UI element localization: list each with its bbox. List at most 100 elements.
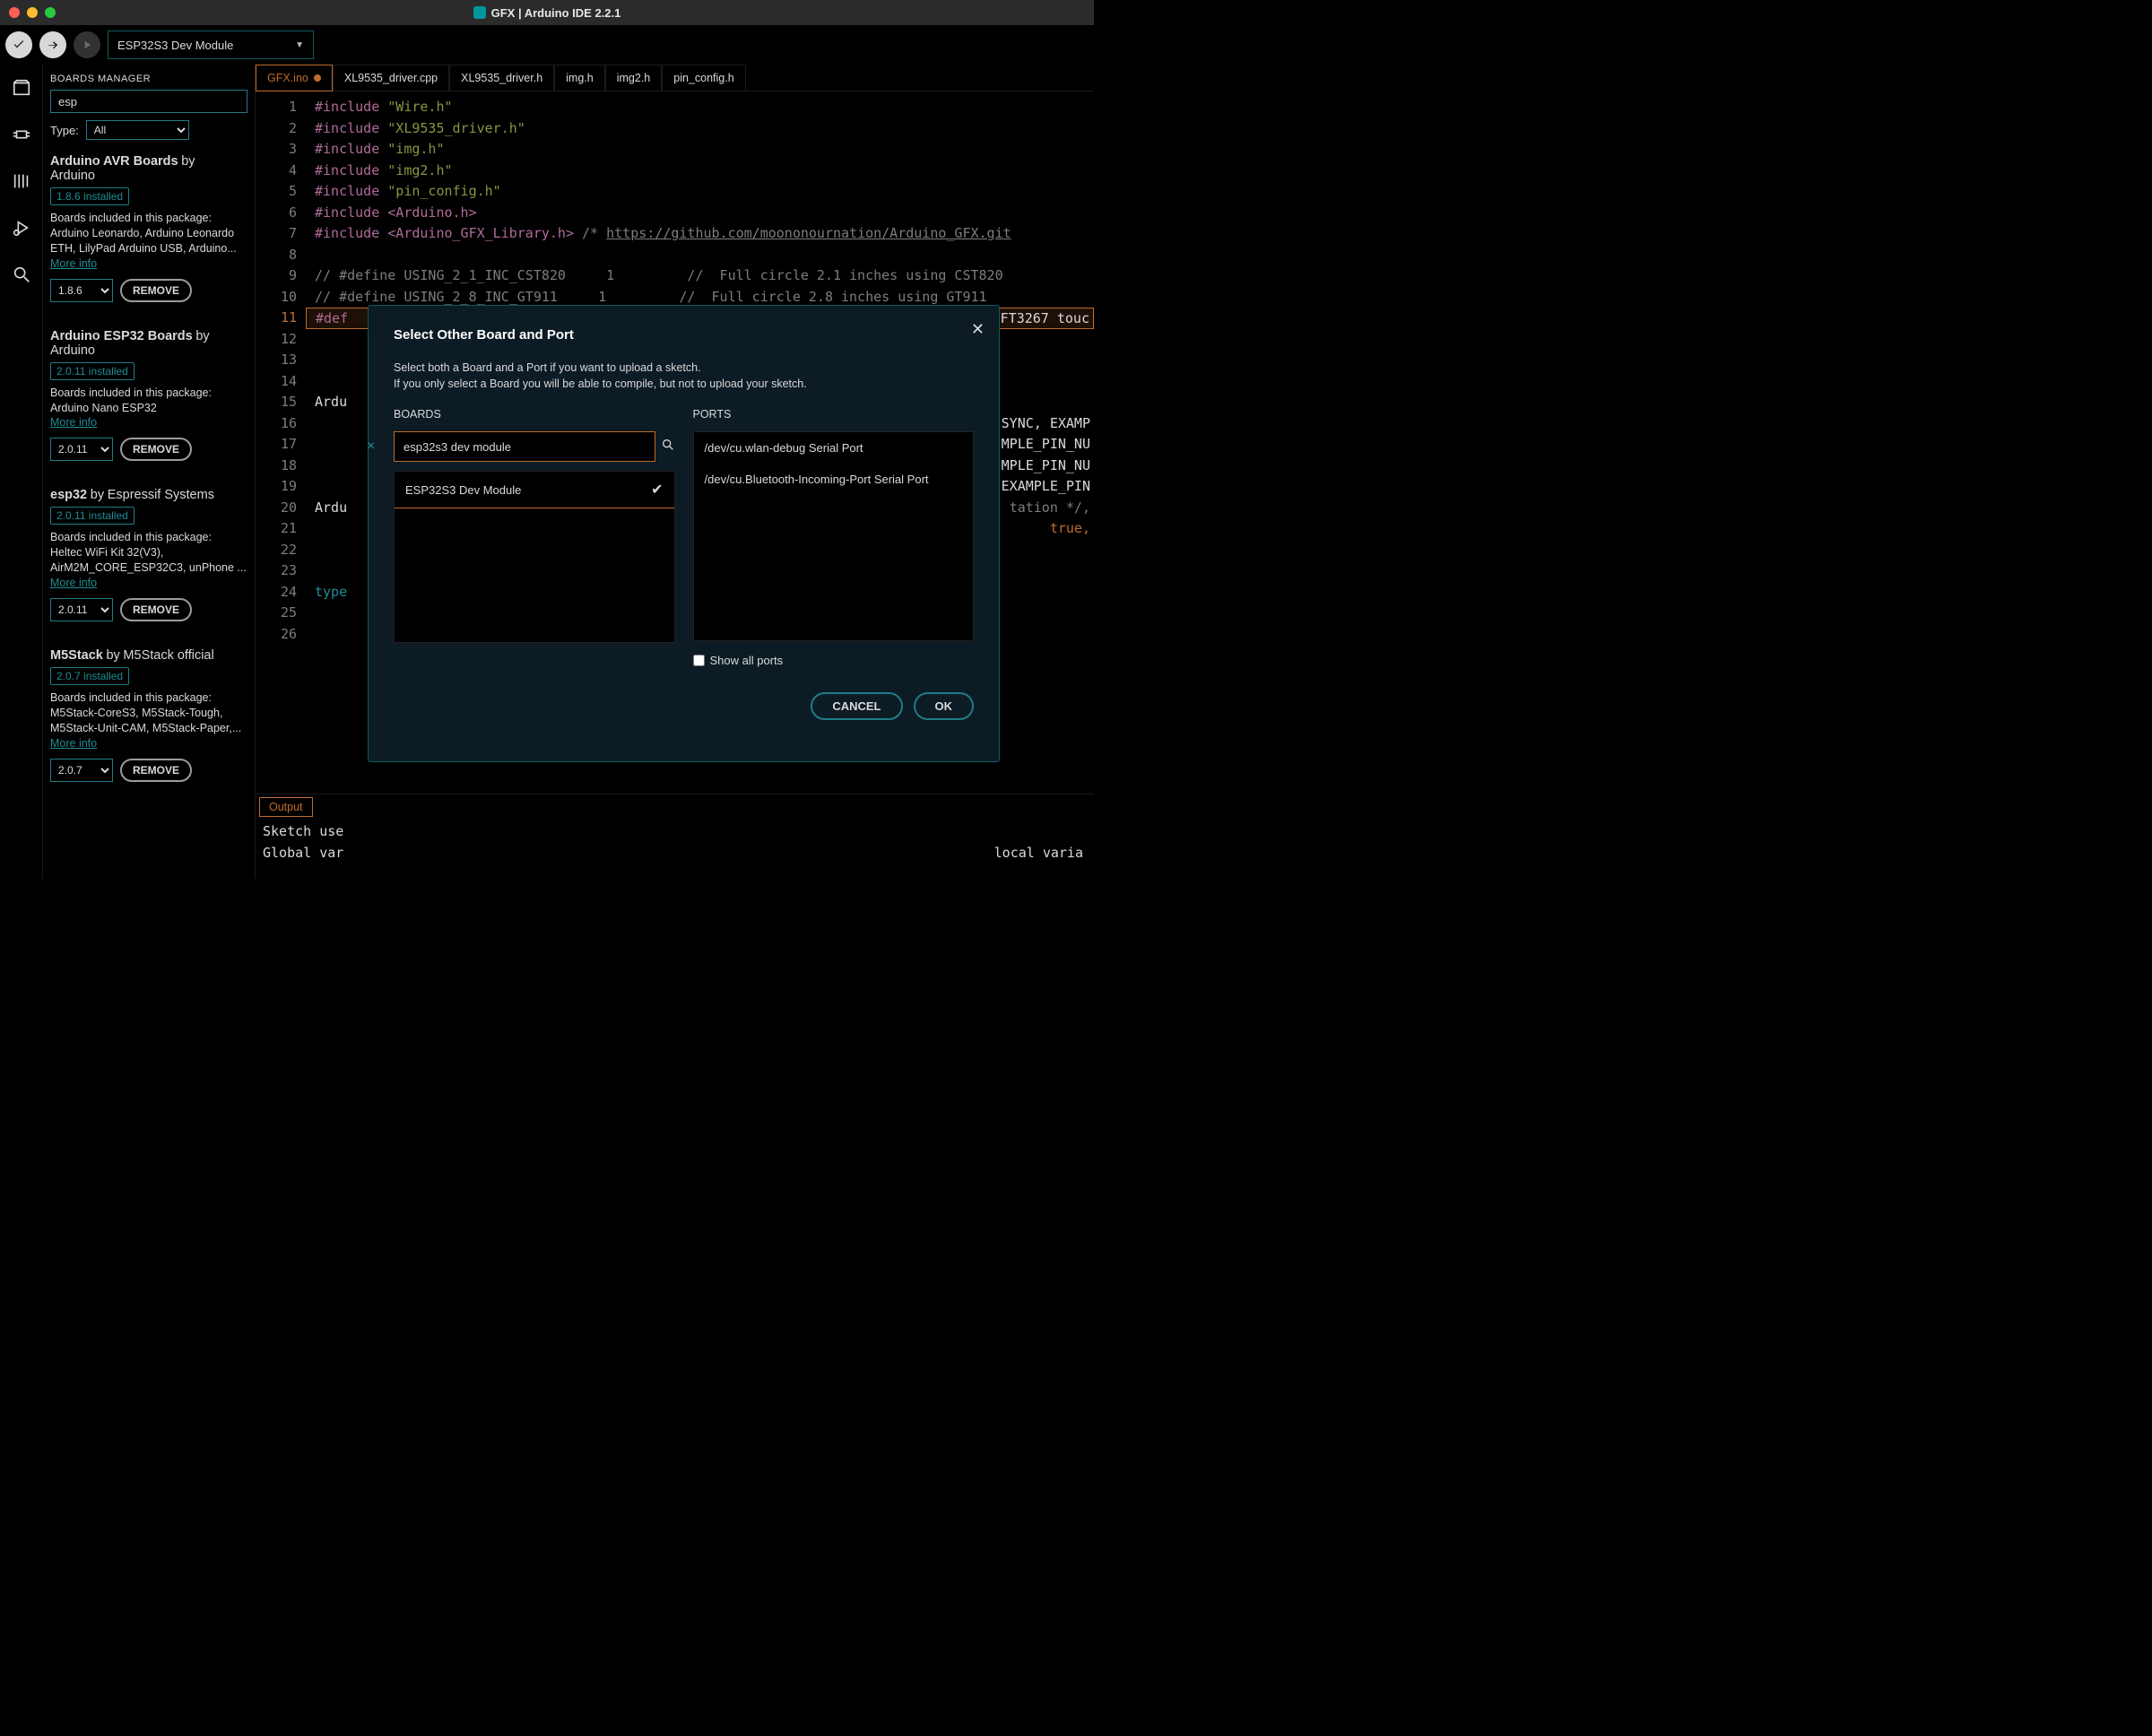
board-by: by: [91, 488, 104, 502]
verify-button[interactable]: [5, 31, 32, 58]
boards-list: ESP32S3 Dev Module ✔: [394, 471, 675, 643]
output-tab[interactable]: Output: [259, 797, 313, 817]
close-icon[interactable]: ✕: [971, 320, 985, 339]
boards-manager-panel: BOARDS MANAGER Type: All Arduino AVR Boa…: [43, 65, 256, 879]
tab[interactable]: XL9535_driver.cpp: [333, 65, 449, 91]
tab[interactable]: pin_config.h: [662, 65, 745, 91]
board-author: Espressif Systems: [108, 488, 214, 502]
tab-gfx[interactable]: GFX.ino: [256, 65, 333, 91]
remove-button[interactable]: REMOVE: [120, 759, 192, 782]
board-name: Arduino ESP32 Boards: [50, 329, 193, 343]
ports-list: /dev/cu.wlan-debug Serial Port /dev/cu.B…: [693, 431, 975, 641]
board-item-label: ESP32S3 Dev Module: [405, 483, 521, 497]
board-desc: Boards included in this package: Arduino…: [50, 386, 247, 416]
editor-tabs: GFX.ino XL9535_driver.cpp XL9535_driver.…: [256, 65, 1094, 91]
board-card: M5Stack by M5Stack official 2.0.7 instal…: [50, 648, 247, 782]
installed-tag: 1.8.6 installed: [50, 187, 129, 205]
upload-button[interactable]: [39, 31, 66, 58]
unsaved-icon: [314, 74, 321, 82]
version-select[interactable]: 1.8.6: [50, 279, 113, 302]
tab-label: img2.h: [617, 72, 651, 84]
check-icon: ✔: [651, 481, 663, 499]
search-icon[interactable]: [11, 264, 32, 285]
board-search-input[interactable]: [394, 431, 655, 462]
more-info-link[interactable]: More info: [50, 416, 97, 429]
sketchbook-icon[interactable]: [11, 77, 32, 99]
code-gutter: 1234567891011121314151617181920212223242…: [256, 91, 306, 794]
output-panel: Output Sketch use Global varlocal varia: [256, 794, 1094, 879]
tab-label: XL9535_driver.cpp: [344, 72, 438, 84]
board-selector[interactable]: ESP32S3 Dev Module ▼: [108, 30, 314, 59]
search-icon[interactable]: [661, 438, 675, 456]
debug-button[interactable]: [74, 31, 100, 58]
port-list-item[interactable]: /dev/cu.wlan-debug Serial Port: [694, 432, 974, 464]
window-title: GFX | Arduino IDE 2.2.1: [491, 6, 621, 20]
activity-bar: [0, 65, 43, 879]
board-selector-label: ESP32S3 Dev Module: [117, 39, 233, 52]
board-author: Arduino: [50, 169, 247, 183]
more-info-link[interactable]: More info: [50, 257, 97, 270]
zoom-traffic-light[interactable]: [45, 7, 56, 18]
board-name: esp32: [50, 488, 87, 502]
tab-label: pin_config.h: [673, 72, 733, 84]
debug-icon[interactable]: [11, 217, 32, 239]
board-by: by: [106, 648, 119, 663]
modal-desc: Select both a Board and a Port if you wa…: [394, 360, 974, 392]
tab[interactable]: img2.h: [605, 65, 663, 91]
ok-button[interactable]: OK: [914, 692, 975, 720]
toolbar: ESP32S3 Dev Module ▼: [0, 25, 1094, 65]
select-board-port-modal: ✕ Select Other Board and Port Select bot…: [368, 305, 1000, 762]
panel-title: BOARDS MANAGER: [50, 74, 247, 84]
board-by: by: [195, 329, 209, 343]
close-traffic-light[interactable]: [9, 7, 20, 18]
board-by: by: [181, 154, 195, 169]
chevron-down-icon: ▼: [295, 40, 304, 50]
boards-search-input[interactable]: [50, 90, 247, 113]
installed-tag: 2.0.11 installed: [50, 362, 134, 380]
version-select[interactable]: 2.0.11: [50, 438, 113, 461]
board-list-item[interactable]: ESP32S3 Dev Module ✔: [395, 472, 674, 508]
more-info-link[interactable]: More info: [50, 577, 97, 589]
board-name: Arduino AVR Boards: [50, 154, 178, 169]
library-manager-icon[interactable]: [11, 170, 32, 192]
arduino-app-icon: [473, 6, 486, 19]
installed-tag: 2.0.7 installed: [50, 667, 129, 685]
boards-column: BOARDS × ESP32S3 Dev Module ✔: [394, 408, 675, 667]
minimize-traffic-light[interactable]: [27, 7, 38, 18]
show-all-ports-checkbox[interactable]: Show all ports: [693, 654, 975, 667]
tab[interactable]: img.h: [554, 65, 605, 91]
clear-icon[interactable]: ×: [367, 438, 375, 455]
remove-button[interactable]: REMOVE: [120, 279, 192, 302]
board-card: Arduino AVR Boards by Arduino 1.8.6 inst…: [50, 154, 247, 302]
boards-heading: BOARDS: [394, 408, 675, 421]
show-all-ports-input[interactable]: [693, 655, 705, 666]
tab-label: XL9535_driver.h: [461, 72, 542, 84]
titlebar: GFX | Arduino IDE 2.2.1: [0, 0, 1094, 25]
remove-button[interactable]: REMOVE: [120, 438, 192, 461]
remove-button[interactable]: REMOVE: [120, 598, 192, 621]
tab[interactable]: XL9535_driver.h: [449, 65, 554, 91]
board-desc: Boards included in this package: Arduino…: [50, 211, 247, 256]
version-select[interactable]: 2.0.7: [50, 759, 113, 782]
show-all-ports-label: Show all ports: [710, 654, 784, 667]
tab-label: GFX.ino: [267, 72, 308, 84]
more-info-link[interactable]: More info: [50, 737, 97, 750]
board-name: M5Stack: [50, 648, 103, 663]
ports-column: PORTS /dev/cu.wlan-debug Serial Port /de…: [693, 408, 975, 667]
modal-title: Select Other Board and Port: [394, 327, 974, 343]
output-line: Global varlocal varia: [263, 842, 1087, 864]
tab-label: img.h: [566, 72, 594, 84]
board-author: Arduino: [50, 343, 247, 358]
board-author: M5Stack official: [123, 648, 213, 663]
output-line: Sketch use: [263, 820, 1087, 842]
board-desc: Boards included in this package: M5Stack…: [50, 690, 247, 736]
board-card: esp32 by Espressif Systems 2.0.11 instal…: [50, 488, 247, 621]
installed-tag: 2.0.11 installed: [50, 507, 134, 525]
port-list-item[interactable]: /dev/cu.Bluetooth-Incoming-Port Serial P…: [694, 464, 974, 495]
boards-manager-icon[interactable]: [11, 124, 32, 145]
ports-heading: PORTS: [693, 408, 975, 421]
version-select[interactable]: 2.0.11: [50, 598, 113, 621]
type-label: Type:: [50, 124, 79, 137]
cancel-button[interactable]: CANCEL: [811, 692, 902, 720]
type-select[interactable]: All: [86, 120, 189, 140]
